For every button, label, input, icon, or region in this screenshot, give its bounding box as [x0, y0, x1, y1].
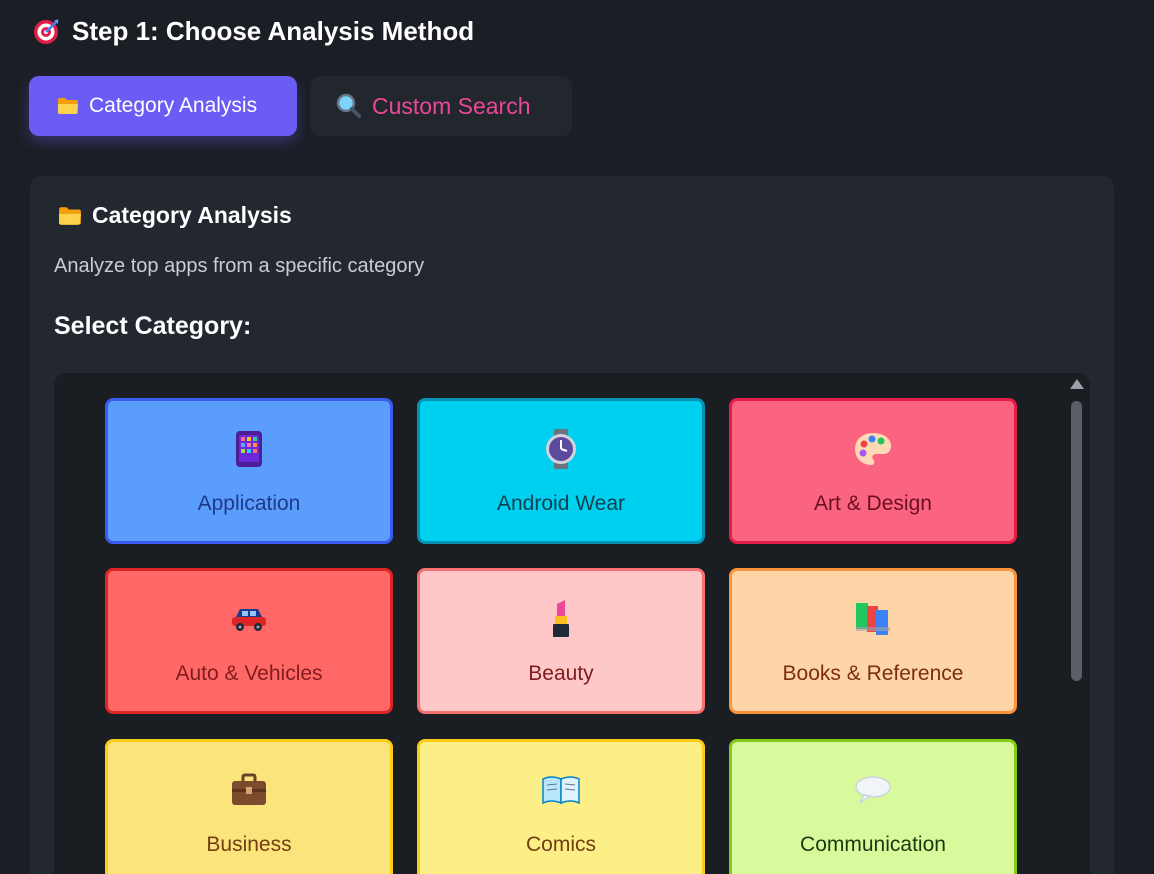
car-icon	[108, 599, 390, 639]
select-category-label: Select Category:	[54, 312, 252, 340]
step-title: Step 1: Choose Analysis Method	[32, 14, 474, 48]
palette-icon	[732, 429, 1014, 469]
folder-icon	[58, 205, 82, 227]
category-card-android-wear[interactable]: Android Wear	[417, 398, 705, 544]
category-card-communication[interactable]: Communication	[729, 739, 1017, 874]
category-label: Beauty	[528, 662, 594, 685]
category-grid: Application Android Wear Art & Design Au…	[54, 373, 1090, 874]
category-card-business[interactable]: Business	[105, 739, 393, 874]
speech-bubble-icon	[732, 770, 1014, 810]
briefcase-icon	[108, 770, 390, 810]
panel-title-text: Category Analysis	[92, 202, 292, 228]
category-label: Android Wear	[496, 492, 625, 515]
category-label: Auto & Vehicles	[175, 662, 323, 685]
scroll-up-arrow[interactable]	[1070, 379, 1084, 389]
page: Step 1: Choose Analysis Method Category …	[0, 0, 1154, 874]
tab-category-analysis[interactable]: Category Analysis	[29, 76, 297, 136]
category-label: Comics	[525, 833, 596, 856]
folder-icon	[57, 96, 79, 116]
category-card-books-reference[interactable]: Books & Reference	[729, 568, 1017, 714]
phone-apps-icon	[108, 429, 390, 469]
step-title-text: Step 1: Choose Analysis Method	[72, 15, 475, 46]
category-card-auto-vehicles[interactable]: Auto & Vehicles	[105, 568, 393, 714]
category-label: Communication	[800, 833, 946, 856]
watch-icon	[420, 429, 702, 469]
books-icon	[732, 599, 1014, 639]
category-label: Application	[197, 492, 301, 515]
category-card-application[interactable]: Application	[105, 398, 393, 544]
category-card-comics[interactable]: Comics	[417, 739, 705, 874]
scrollbar-thumb[interactable]	[1071, 401, 1082, 681]
category-analysis-panel: Category Analysis Analyze top apps from …	[30, 176, 1114, 874]
category-label: Art & Design	[814, 492, 932, 515]
open-book-icon	[420, 770, 702, 810]
category-card-beauty[interactable]: Beauty	[417, 568, 705, 714]
panel-description: Analyze top apps from a specific categor…	[54, 255, 425, 277]
category-card-art-design[interactable]: Art & Design	[729, 398, 1017, 544]
target-icon	[32, 16, 62, 46]
category-label: Books & Reference	[782, 662, 964, 685]
magnifier-icon	[336, 93, 362, 119]
method-tabs: Category Analysis Custom Search	[29, 76, 572, 136]
tab-label: Custom Search	[372, 92, 531, 119]
lipstick-icon	[420, 599, 702, 639]
tab-label: Category Analysis	[89, 94, 258, 117]
tab-custom-search[interactable]: Custom Search	[310, 76, 572, 136]
category-label: Business	[206, 833, 292, 856]
panel-title: Category Analysis	[58, 202, 292, 229]
